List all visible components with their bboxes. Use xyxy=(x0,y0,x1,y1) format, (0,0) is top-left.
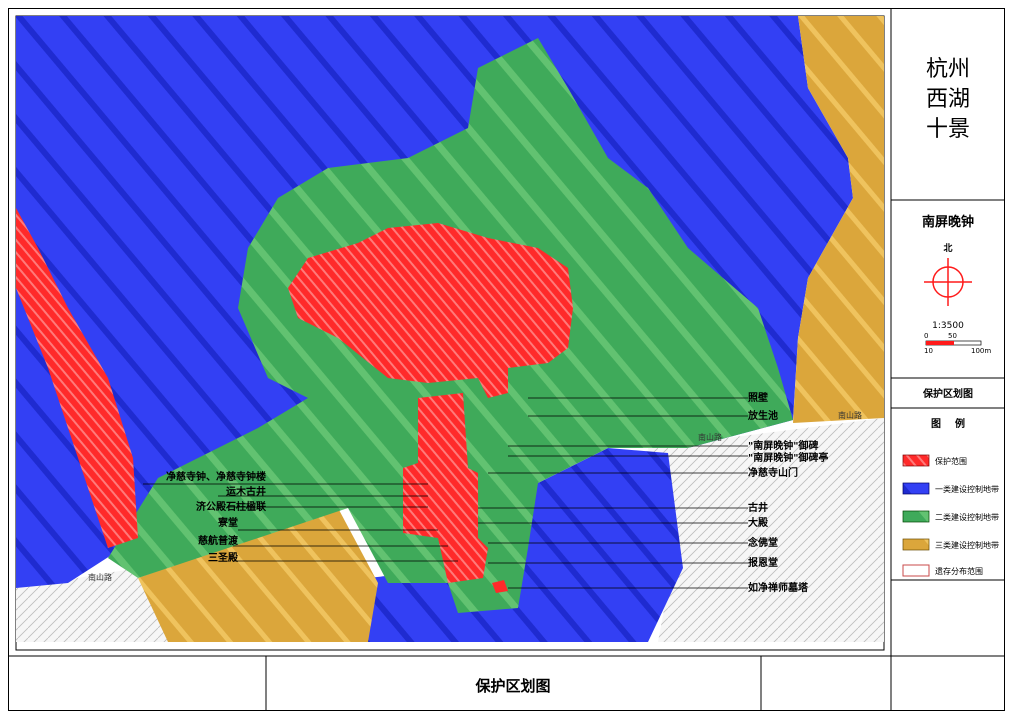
city-title-line-1: 杭州 xyxy=(926,57,970,82)
label-baoen-hall: 报恩堂 xyxy=(748,556,778,569)
road-label-south-mid: 南山路 xyxy=(698,432,722,442)
city-title-line-3: 十景 xyxy=(926,117,970,142)
yellow-hatch-swatch xyxy=(902,538,930,551)
scale-tick-50: 50 xyxy=(948,332,957,340)
scale-text: 1:3500 xyxy=(932,321,964,331)
legend-item-class1: 一类建设控制地带 xyxy=(902,482,999,495)
label-liaotang: 寮堂 xyxy=(217,516,238,529)
road-label-south-west: 南山路 xyxy=(88,572,112,582)
label-imperial-stele-pavilion: "南屏晚钟"御碑亭 xyxy=(748,451,828,464)
label-jingci-bell: 净慈寺钟、净慈寺钟楼 xyxy=(166,470,266,483)
footer-title: 保护区划图 xyxy=(474,677,550,695)
label-fangsheng-pool: 放生池 xyxy=(747,409,778,422)
legend-heading: 图 例 xyxy=(931,417,965,430)
label-main-hall: 大殿 xyxy=(748,516,769,529)
label-cihang: 慈航普渡 xyxy=(198,534,239,547)
legend-item-protection: 保护范围 xyxy=(902,454,967,467)
red-hatch-swatch xyxy=(902,454,930,467)
legend-item-class2: 二类建设控制地带 xyxy=(902,510,999,523)
legend-label: 二类建设控制地带 xyxy=(935,512,999,522)
label-rujing-tomb: 如净禅师墓塔 xyxy=(748,581,809,594)
legend-label: 遗存分布范围 xyxy=(935,566,983,576)
scale-tick-100: 100m xyxy=(971,347,991,355)
scene-name: 南屏晚钟 xyxy=(922,214,974,230)
scale-bar-icon xyxy=(925,340,982,346)
label-ancient-well: 古井 xyxy=(748,501,768,514)
legend-item-remains: 遗存分布范围 xyxy=(902,564,983,577)
map-area: 净慈寺钟、净慈寺钟楼 运木古井 济公殿石柱楹联 寮堂 慈航普渡 三圣殿 照壁 放… xyxy=(15,15,885,651)
legend-label: 保护范围 xyxy=(935,456,967,466)
city-title-line-2: 西湖 xyxy=(926,87,970,112)
section-title: 保护区划图 xyxy=(922,387,973,400)
blue-hatch-swatch xyxy=(902,482,930,495)
legend-label: 三类建设控制地带 xyxy=(935,540,999,550)
green-hatch-swatch xyxy=(902,510,930,523)
legend-item-class3: 三类建设控制地带 xyxy=(902,538,999,551)
label-imperial-stele: "南屏晚钟"御碑 xyxy=(748,439,818,452)
road-label-east: 南山路 xyxy=(838,410,862,420)
label-yunmu-well: 运木古井 xyxy=(226,485,266,498)
label-temple-gate: 净慈寺山门 xyxy=(748,466,798,479)
outline-swatch xyxy=(902,564,930,577)
label-zhaobi: 照壁 xyxy=(748,391,768,404)
scale-tick-0: 0 xyxy=(924,332,928,340)
map-sheet: 净慈寺钟、净慈寺钟楼 运木古井 济公殿石柱楹联 寮堂 慈航普渡 三圣殿 照壁 放… xyxy=(8,8,1005,711)
legend-label: 一类建设控制地带 xyxy=(935,484,999,494)
label-jigong-couplet: 济公殿石柱楹联 xyxy=(196,500,266,513)
scale-tick-10: 10 xyxy=(924,347,933,355)
label-sansheng-hall: 三圣殿 xyxy=(208,552,239,564)
north-label: 北 xyxy=(943,242,952,254)
label-nianfo-hall: 念佛堂 xyxy=(747,536,778,549)
